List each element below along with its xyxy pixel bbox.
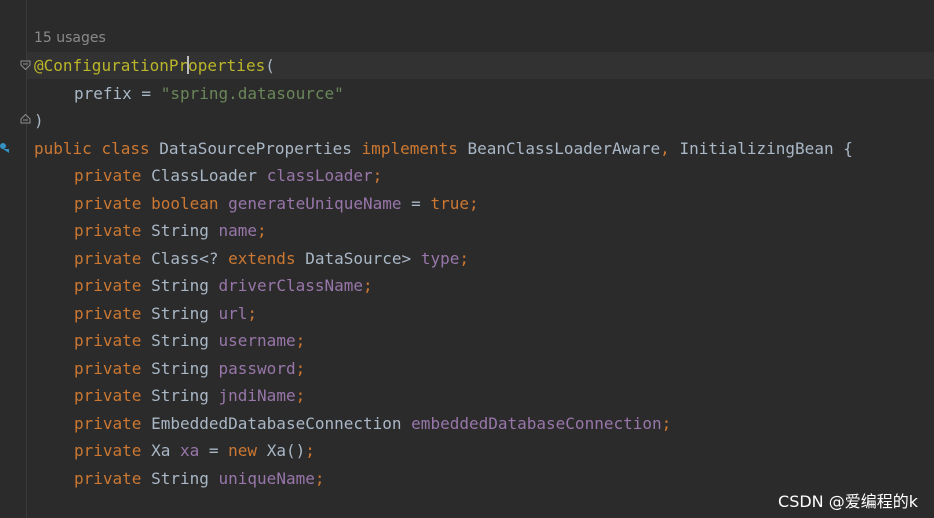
code-line-class-declaration[interactable]: public class DataSourceProperties implem… [34, 135, 853, 162]
annotation-name-part-1: ConfigurationPr [43, 56, 189, 75]
interface-name: InitializingBean [679, 139, 834, 158]
keyword-private: private [74, 331, 142, 350]
keyword-class: class [101, 139, 150, 158]
field-type-part-2: DataSource> [295, 249, 412, 268]
editor-gutter[interactable] [0, 0, 27, 518]
field-type: String [151, 359, 209, 378]
prefix-value: "spring.datasource" [160, 84, 344, 103]
field-name: xa [179, 441, 200, 460]
field-type: String [151, 386, 209, 405]
keyword-private: private [74, 359, 142, 378]
field-type: String [151, 331, 209, 350]
field-initializer: Xa() [266, 441, 306, 460]
semicolon: ; [257, 221, 267, 240]
semicolon: ; [372, 166, 383, 185]
keyword-private: private [74, 249, 142, 268]
keyword-implements: implements [361, 139, 458, 158]
semicolon: ; [295, 359, 306, 378]
implements-gutter-icon[interactable] [0, 140, 10, 154]
field-name: generateUniqueName [228, 194, 402, 213]
code-line-field[interactable]: private Class<? extends DataSource> type… [34, 245, 469, 272]
code-line-field[interactable]: private String name; [34, 217, 267, 244]
field-type-part-1: Class<? [151, 249, 229, 268]
code-line-field[interactable]: private String jndiName; [34, 382, 305, 409]
semicolon: ; [459, 249, 469, 268]
code-line-field[interactable]: private String password; [34, 355, 305, 382]
code-line-field[interactable]: private String driverClassName; [34, 272, 373, 299]
usages-inlay-hint[interactable]: 15 usages [34, 30, 106, 46]
code-line-field[interactable]: private String url; [34, 300, 257, 327]
semicolon: ; [661, 414, 672, 433]
semicolon: ; [247, 304, 258, 323]
field-name: password [218, 359, 296, 378]
keyword-private: private [74, 304, 142, 323]
field-name: name [218, 221, 258, 240]
code-line-field[interactable]: private EmbeddedDatabaseConnection embed… [34, 410, 671, 437]
keyword-private: private [74, 166, 142, 185]
field-type: EmbeddedDatabaseConnection [151, 414, 402, 433]
interface-name: BeanClassLoaderAware [467, 139, 661, 158]
field-type: Xa [151, 441, 171, 460]
field-type: String [151, 469, 209, 488]
keyword-private: private [74, 194, 142, 213]
field-name: uniqueName [218, 469, 315, 488]
code-line-field[interactable]: private Xa xa = new Xa(); [34, 437, 315, 464]
field-type: String [151, 221, 209, 240]
annotation-close-paren: ) [34, 111, 44, 130]
semicolon: ; [468, 194, 479, 213]
semicolon: ; [363, 276, 373, 295]
annotation-open-paren: ( [265, 56, 275, 75]
field-name: driverClassName [218, 276, 364, 295]
annotation-at-sign: @ [34, 56, 44, 75]
fold-collapse-icon[interactable] [20, 60, 31, 71]
open-brace: { [843, 139, 853, 158]
field-name: username [218, 331, 296, 350]
field-equals: = [401, 194, 431, 213]
code-line-field[interactable]: private String uniqueName; [34, 465, 324, 492]
code-line-field[interactable]: private ClassLoader classLoader; [34, 162, 382, 189]
semicolon: ; [295, 386, 306, 405]
keyword-private: private [74, 221, 142, 240]
field-name: url [218, 304, 248, 323]
keyword-private: private [74, 386, 142, 405]
keyword-private: private [74, 441, 142, 460]
keyword-private: private [74, 414, 142, 433]
field-type: boolean [151, 194, 219, 213]
field-type: String [151, 304, 209, 323]
prefix-key: prefix [74, 84, 132, 103]
semicolon: ; [295, 331, 306, 350]
keyword-private: private [74, 469, 142, 488]
annotation-name-part-2: operties [188, 56, 266, 75]
field-name: classLoader [266, 166, 373, 185]
fold-end-icon[interactable] [20, 113, 31, 124]
field-equals: = [199, 441, 229, 460]
keyword-new: new [228, 441, 258, 460]
watermark: CSDN @爱编程的k [778, 492, 918, 511]
keyword-extends: extends [228, 249, 296, 268]
code-line-close-paren[interactable]: ) [34, 107, 44, 134]
code-line-field[interactable]: private boolean generateUniqueName = tru… [34, 190, 479, 217]
field-type: ClassLoader [151, 166, 258, 185]
keyword-private: private [74, 276, 142, 295]
field-name: type [420, 249, 460, 268]
field-initializer: true [430, 194, 469, 213]
code-line-prefix[interactable]: prefix = "spring.datasource" [34, 80, 344, 107]
code-line-field[interactable]: private String username; [34, 327, 305, 354]
comma: , [660, 139, 670, 158]
field-type: String [151, 276, 209, 295]
field-name: jndiName [218, 386, 296, 405]
keyword-public: public [34, 139, 92, 158]
code-line-annotation[interactable]: @ConfigurationProperties( [34, 52, 275, 79]
semicolon: ; [314, 469, 325, 488]
semicolon: ; [305, 441, 315, 460]
field-name: embeddedDatabaseConnection [411, 414, 662, 433]
prefix-equals: = [131, 84, 161, 103]
class-name: DataSourceProperties [159, 139, 352, 158]
code-editor[interactable]: 15 usages @ConfigurationProperties( pref… [0, 0, 934, 518]
